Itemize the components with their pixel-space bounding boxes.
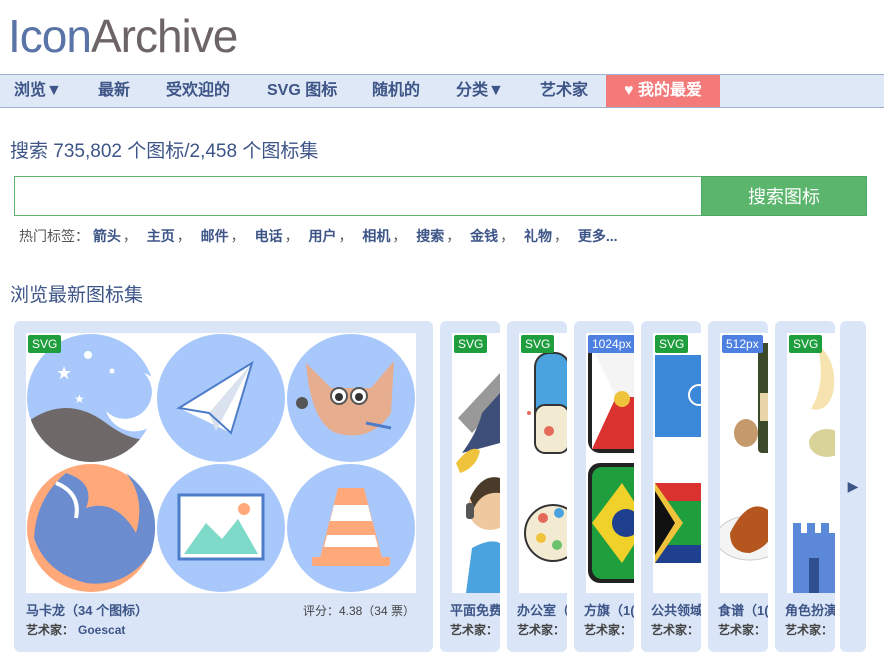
nav-favorites[interactable]: ♥ 我的最爱 [606, 75, 720, 107]
badge-resolution: 512px [722, 335, 763, 353]
badge-svg: SVG [28, 335, 62, 353]
castle-icon [793, 343, 835, 593]
iconset-artist: 艺术家： [450, 623, 499, 637]
badge-svg: SVG [789, 335, 823, 353]
nav-popular[interactable]: 受欢迎的 [166, 75, 230, 107]
night-moon-icon: ★ ★ [27, 334, 165, 462]
food-icon [720, 343, 768, 561]
rocket-avatar-icon [456, 373, 500, 593]
iconset-artist: 艺术家： [517, 623, 566, 637]
iconset-preview[interactable] [519, 333, 567, 593]
iconset-preview[interactable] [653, 333, 701, 593]
nav-browse[interactable]: 浏览▼ [14, 75, 62, 107]
tags-label: 热门标签： [19, 228, 89, 244]
iconset-title[interactable]: 马卡龙（34 个图标） [26, 600, 148, 619]
main-nav: 浏览▼ 最新 受欢迎的 SVG 图标 随机的 分类▼ 艺术家 ♥ 我的最爱 [0, 74, 884, 108]
artist-link[interactable]: Goescat [78, 623, 125, 637]
tag-search[interactable]: 搜索 [416, 228, 444, 244]
arrow-right-icon: ▶ [847, 478, 859, 494]
tag-more[interactable]: 更多... [578, 228, 618, 244]
tag-gift[interactable]: 礼物 [524, 228, 552, 244]
iconset-artist: 艺术家： [651, 623, 700, 637]
svg-text:★: ★ [74, 392, 85, 406]
tag-home[interactable]: 主页 [147, 228, 175, 244]
iconset-preview[interactable] [787, 333, 835, 593]
iconset-preview[interactable] [586, 333, 634, 593]
tag-money[interactable]: 金钱 [470, 228, 498, 244]
iconset-card-office[interactable]: SVG 办公室（ 艺术家： [507, 321, 567, 652]
iconset-preview-grid: ★ ★ [27, 334, 415, 592]
firefox-icon [27, 464, 156, 592]
site-logo[interactable]: IconArchive [8, 10, 238, 62]
badge-svg: SVG [521, 335, 555, 353]
traffic-cone-icon [287, 464, 415, 592]
search-input[interactable] [14, 176, 702, 216]
un-southafrica-flags-icon [655, 355, 701, 563]
carousel-next-button[interactable]: ▶ [840, 321, 866, 652]
iconset-title[interactable]: 方旗（1( [584, 600, 634, 619]
tag-camera[interactable]: 相机 [362, 228, 390, 244]
iconset-title[interactable]: 平面免费 [450, 600, 500, 619]
iconset-artist: 艺术家： [718, 623, 767, 637]
iconset-card-flat-free[interactable]: SVG 平面免费 艺术家： [440, 321, 500, 652]
tag-mail[interactable]: 邮件 [201, 228, 229, 244]
iconset-artist: 艺术家： [584, 623, 633, 637]
iconset-title[interactable]: 办公室（ [517, 600, 567, 619]
iconset-title[interactable]: 公共领域 [651, 600, 701, 619]
iconset-title[interactable]: 角色扮演 [785, 600, 835, 619]
badge-svg: SVG [655, 335, 689, 353]
gimp-fox-icon [287, 334, 415, 462]
iconset-artist: 艺术家： [785, 623, 834, 637]
office-supplies-icon [524, 352, 567, 562]
nav-latest[interactable]: 最新 [98, 75, 130, 107]
svg-text:★: ★ [56, 363, 72, 384]
logo-part-archive: Archive [90, 10, 238, 62]
logo-part-icon: Icon [8, 10, 92, 62]
iconset-card-role-playing[interactable]: SVG 角色扮演 艺术家： [775, 321, 835, 652]
iconset-title[interactable]: 食谱（1( [718, 600, 768, 619]
search-button[interactable]: 搜索图标 [701, 176, 867, 216]
section-title: 浏览最新图标集 [10, 285, 144, 306]
nav-random[interactable]: 随机的 [372, 75, 420, 107]
iconset-card-recipes[interactable]: 512px 食谱（1( 艺术家： [708, 321, 768, 652]
iconset-card-macaron[interactable]: ★ ★ SVG 马卡龙（34 个图标） 评分：4.38（34 票） 艺术家： G… [14, 321, 433, 652]
popular-tags: 热门标签： 箭头， 主页， 邮件， 电话， 用户， 相机， 搜索， 金钱， 礼物… [19, 228, 618, 244]
nav-svg-icons[interactable]: SVG 图标 [267, 75, 337, 107]
picture-icon [157, 464, 285, 592]
paper-plane-icon [157, 334, 285, 462]
flags-icon [588, 343, 634, 583]
iconset-artist: 艺术家： Goescat [26, 623, 126, 637]
badge-resolution: 1024px [588, 335, 634, 353]
iconset-preview[interactable]: ★ ★ [26, 333, 416, 593]
iconset-preview[interactable] [452, 333, 500, 593]
iconset-preview[interactable] [720, 333, 768, 593]
iconset-card-public-domain[interactable]: SVG 公共领域 艺术家： [641, 321, 701, 652]
tag-phone[interactable]: 电话 [255, 228, 283, 244]
iconset-rating: 评分：4.38（34 票） [302, 604, 415, 618]
badge-svg: SVG [454, 335, 488, 353]
iconset-card-flags[interactable]: 1024px 方旗（1( 艺术家： [574, 321, 634, 652]
search-headline: 搜索 735,802 个图标/2,458 个图标集 [10, 141, 319, 162]
tag-arrow[interactable]: 箭头 [93, 228, 121, 244]
nav-categories[interactable]: 分类▼ [456, 75, 504, 107]
tag-user[interactable]: 用户 [308, 228, 336, 244]
nav-artists[interactable]: 艺术家 [540, 75, 588, 107]
